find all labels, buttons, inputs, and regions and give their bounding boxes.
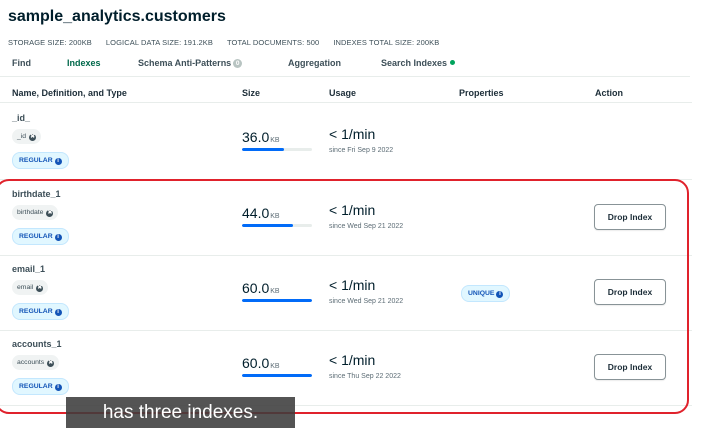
sort-direction-icon: ✖ [29, 134, 37, 141]
info-icon[interactable]: i [54, 384, 62, 391]
size-bar [242, 374, 312, 377]
column-header-action: Action [595, 88, 623, 98]
table-row: accounts_1 accounts ✖ REGULAR i 60.0KB < 1/min… [0, 330, 692, 406]
index-name: _id_ [12, 113, 31, 123]
tab-aggregation[interactable]: Aggregation [288, 58, 341, 68]
collection-title: sample_analytics.customers [8, 8, 226, 25]
index-size: 60.0KB [242, 355, 280, 371]
index-type-badge: REGULAR i [12, 152, 69, 169]
index-type-badge: REGULAR i [12, 303, 69, 320]
index-name: accounts_1 [12, 339, 62, 349]
index-name: email_1 [12, 264, 46, 274]
sort-direction-icon: ✖ [36, 285, 44, 292]
sort-direction-icon: ✖ [46, 210, 54, 217]
size-bar-fill [242, 299, 312, 302]
size-bar-fill [242, 374, 312, 377]
column-header-usage[interactable]: Usage [329, 88, 356, 98]
tab-indexes[interactable]: Indexes [67, 58, 101, 68]
video-caption: has three indexes. [66, 397, 295, 428]
info-icon[interactable]: i [496, 291, 504, 298]
sort-direction-icon: ✖ [47, 360, 55, 367]
tab-schema-anti-patterns[interactable]: Schema Anti-Patterns 0 [138, 58, 243, 68]
tab-find[interactable]: Find [12, 58, 31, 68]
table-row: email_1 email ✖ REGULAR i 60.0KB < 1/min since … [0, 255, 692, 331]
usage-since: since Wed Sep 21 2022 [329, 298, 404, 305]
count-badge: 0 [233, 59, 243, 68]
index-field-pill: birthdate ✖ [12, 205, 59, 220]
index-field-pill: _id ✖ [12, 129, 42, 144]
usage-since: since Thu Sep 22 2022 [329, 373, 401, 380]
index-size: 36.0KB [242, 129, 280, 145]
table-row: birthdate_1 birthdate ✖ REGULAR i 44.0KB < 1/m… [0, 180, 692, 256]
index-usage: < 1/min [329, 352, 376, 368]
stat-logical-data-size: LOGICAL DATA SIZE: 191.2KB [105, 38, 214, 47]
column-header-name[interactable]: Name, Definition, and Type [12, 88, 127, 98]
info-icon[interactable]: i [54, 309, 62, 316]
usage-since: since Wed Sep 21 2022 [329, 223, 404, 230]
tab-bar: Find Indexes Schema Anti-Patterns 0 Aggre… [0, 58, 710, 77]
index-usage: < 1/min [329, 202, 376, 218]
index-size: 60.0KB [242, 280, 280, 296]
index-name: birthdate_1 [12, 189, 61, 199]
property-badge: UNIQUE i [461, 285, 511, 302]
status-dot-icon [450, 60, 456, 65]
size-bar-fill [242, 224, 293, 227]
index-usage: < 1/min [329, 126, 376, 142]
table-row: _id_ _id ✖ REGULAR i 36.0KB < 1/min since Fri S… [0, 104, 692, 180]
stat-indexes-total-size: INDEXES TOTAL SIZE: 200KB [333, 38, 440, 47]
index-type-badge: REGULAR i [12, 378, 69, 395]
size-bar-fill [242, 148, 284, 151]
drop-index-button[interactable]: Drop Index [594, 354, 666, 380]
stat-total-documents: TOTAL DOCUMENTS: 500 [227, 38, 320, 47]
stat-storage-size: STORAGE SIZE: 200KB [8, 38, 92, 47]
tab-search-indexes[interactable]: Search Indexes [381, 58, 456, 68]
collection-stats: STORAGE SIZE: 200KB LOGICAL DATA SIZE: 1… [8, 38, 439, 47]
tab-divider [0, 76, 690, 77]
info-icon[interactable]: i [54, 234, 62, 241]
index-size: 44.0KB [242, 205, 280, 221]
column-header-properties[interactable]: Properties [459, 88, 504, 98]
column-header-size[interactable]: Size [242, 88, 260, 98]
size-bar [242, 148, 312, 151]
usage-since: since Fri Sep 9 2022 [329, 147, 394, 154]
size-bar [242, 224, 312, 227]
index-type-badge: REGULAR i [12, 228, 69, 245]
drop-index-button[interactable]: Drop Index [594, 279, 666, 305]
size-bar [242, 299, 312, 302]
index-field-pill: accounts ✖ [12, 355, 60, 370]
table-header: Name, Definition, and Type Size Usage Pr… [0, 82, 692, 103]
drop-index-button[interactable]: Drop Index [594, 204, 666, 230]
info-icon[interactable]: i [54, 158, 62, 165]
index-field-pill: email ✖ [12, 280, 49, 295]
index-usage: < 1/min [329, 277, 376, 293]
